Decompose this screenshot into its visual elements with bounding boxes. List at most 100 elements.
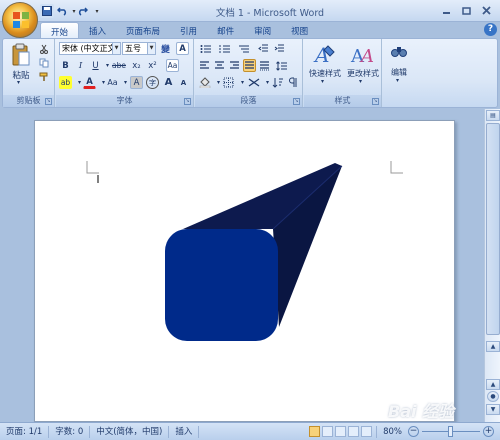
multilevel-list-icon[interactable] xyxy=(236,42,252,55)
decrease-indent-icon[interactable] xyxy=(257,42,270,55)
ruler-toggle-icon[interactable]: ▤ xyxy=(486,110,500,121)
subscript-button[interactable]: x₂ xyxy=(130,59,143,72)
change-styles-icon[interactable]: AA xyxy=(349,41,375,67)
status-word-count[interactable]: 字数: 0 xyxy=(49,425,91,438)
help-icon[interactable]: ? xyxy=(484,23,497,36)
zoom-level[interactable]: 80% xyxy=(376,425,408,438)
paste-dropdown-icon[interactable]: ▾ xyxy=(17,79,20,86)
strikethrough-button[interactable]: abe xyxy=(111,59,127,72)
increase-indent-icon[interactable] xyxy=(273,42,286,55)
font-size-value: 五号 xyxy=(125,44,141,53)
print-layout-view-icon[interactable] xyxy=(309,426,321,437)
align-left-icon[interactable] xyxy=(198,59,211,72)
svg-text:A: A xyxy=(359,46,374,66)
tab-mailings[interactable]: 邮件 xyxy=(207,22,244,38)
change-styles-label[interactable]: 更改样式 xyxy=(344,68,382,79)
document-page[interactable] xyxy=(34,120,455,422)
save-icon[interactable] xyxy=(40,4,54,18)
font-launcher-icon[interactable]: ↘ xyxy=(184,98,191,105)
bullets-icon[interactable] xyxy=(198,42,214,55)
quick-styles-label[interactable]: 快速样式 xyxy=(306,68,344,79)
full-screen-reading-view-icon[interactable] xyxy=(322,426,334,437)
styles-launcher-icon[interactable]: ↘ xyxy=(372,98,379,105)
margin-mark-top-right xyxy=(390,161,403,174)
superscript-button[interactable]: x² xyxy=(146,59,159,72)
tab-insert[interactable]: 插入 xyxy=(79,22,116,38)
zoom-out-icon[interactable]: − xyxy=(408,426,419,437)
character-shading-button[interactable]: A xyxy=(130,76,143,89)
change-case-button[interactable]: Aa xyxy=(166,59,179,72)
paste-label[interactable]: 粘贴 xyxy=(7,69,35,81)
distributed-align-icon[interactable] xyxy=(258,59,271,72)
vertical-scrollbar[interactable]: ▤ ▲ ▲ ● ▼ xyxy=(484,109,500,422)
font-name-combo[interactable]: 宋体 (中文正文) ▼ xyxy=(59,42,121,55)
change-case-aa-button[interactable]: Aa xyxy=(106,76,119,89)
font-size-combo[interactable]: 五号 ▼ xyxy=(122,42,156,55)
status-language[interactable]: 中文(简体，中国) xyxy=(90,425,170,438)
select-browse-object-icon[interactable]: ● xyxy=(487,391,499,402)
draft-view-icon[interactable] xyxy=(361,426,373,437)
show-hide-marks-icon[interactable] xyxy=(286,76,299,89)
editing-dropdown-icon[interactable]: ▾ xyxy=(396,77,399,84)
tab-references[interactable]: 引用 xyxy=(170,22,207,38)
copy-icon[interactable] xyxy=(37,56,50,69)
align-center-icon[interactable] xyxy=(213,59,226,72)
shading-icon[interactable] xyxy=(198,76,212,89)
paragraph-group: ▾ ▾ ▾ 段落 ↘ xyxy=(195,39,303,107)
cut-icon[interactable] xyxy=(37,42,50,55)
zoom-slider[interactable] xyxy=(422,426,480,437)
format-painter-icon[interactable] xyxy=(37,70,50,83)
quick-styles-icon[interactable]: A xyxy=(311,41,337,67)
highlight-button[interactable]: ab xyxy=(59,76,72,89)
baidu-watermark: Bai 经验 xyxy=(388,402,455,421)
font-group-label: 字体 xyxy=(56,95,193,107)
clipboard-launcher-icon[interactable]: ↘ xyxy=(45,98,52,105)
font-name-dropdown-icon[interactable]: ▼ xyxy=(112,43,120,54)
page-canvas xyxy=(86,161,403,341)
zoom-slider-thumb[interactable] xyxy=(448,426,453,437)
font-size-dropdown-icon[interactable]: ▼ xyxy=(147,43,155,54)
web-layout-view-icon[interactable] xyxy=(335,426,347,437)
font-color-button[interactable]: A xyxy=(83,76,96,89)
paragraph-launcher-icon[interactable]: ↘ xyxy=(293,98,300,105)
view-buttons xyxy=(309,426,376,437)
justify-icon[interactable] xyxy=(243,59,256,72)
styles-group-label: 样式 xyxy=(304,95,381,107)
paste-icon[interactable] xyxy=(9,41,33,69)
shrink-font-button[interactable]: A xyxy=(177,76,190,89)
sort-icon[interactable] xyxy=(271,76,285,89)
extruded-rounded-square-shape[interactable] xyxy=(165,163,343,341)
align-right-icon[interactable] xyxy=(228,59,241,72)
italic-button[interactable]: I xyxy=(74,59,87,72)
find-binoculars-icon[interactable] xyxy=(388,42,410,60)
status-insert-mode[interactable]: 插入 xyxy=(169,425,200,438)
minimize-button[interactable] xyxy=(436,3,456,17)
office-button[interactable] xyxy=(2,2,38,38)
tab-home[interactable]: 开始 xyxy=(40,22,80,38)
bold-button[interactable]: B xyxy=(59,59,72,72)
line-spacing-icon[interactable] xyxy=(275,59,289,72)
tab-view[interactable]: 视图 xyxy=(281,22,318,38)
scrollbar-thumb[interactable] xyxy=(486,123,500,335)
close-button[interactable] xyxy=(476,3,496,17)
borders-icon[interactable] xyxy=(222,76,235,89)
quick-styles-dropdown-icon[interactable]: ▾ xyxy=(321,78,324,85)
redo-icon[interactable] xyxy=(75,4,89,18)
chinese-layout-icon[interactable] xyxy=(247,76,261,89)
status-page[interactable]: 页面: 1/1 xyxy=(0,425,50,438)
clear-formatting-button[interactable]: A xyxy=(176,42,189,55)
outline-view-icon[interactable] xyxy=(348,426,360,437)
customize-toolbar-icon[interactable]: ▾ xyxy=(90,4,104,18)
change-styles-dropdown-icon[interactable]: ▾ xyxy=(359,78,362,85)
scroll-up-icon[interactable]: ▲ xyxy=(486,341,500,352)
tab-page-layout[interactable]: 页面布局 xyxy=(116,22,170,38)
grow-font-button[interactable]: A xyxy=(162,76,175,89)
restore-button[interactable] xyxy=(456,3,476,17)
tab-review[interactable]: 审阅 xyxy=(244,22,281,38)
zoom-in-icon[interactable]: + xyxy=(483,426,494,437)
phonetic-guide-button[interactable]: 變 xyxy=(159,42,172,55)
enclose-characters-button[interactable]: 字 xyxy=(146,76,159,89)
next-page-icon[interactable]: ▼ xyxy=(486,404,500,415)
numbering-icon[interactable] xyxy=(217,42,233,55)
previous-page-icon[interactable]: ▲ xyxy=(486,379,500,390)
